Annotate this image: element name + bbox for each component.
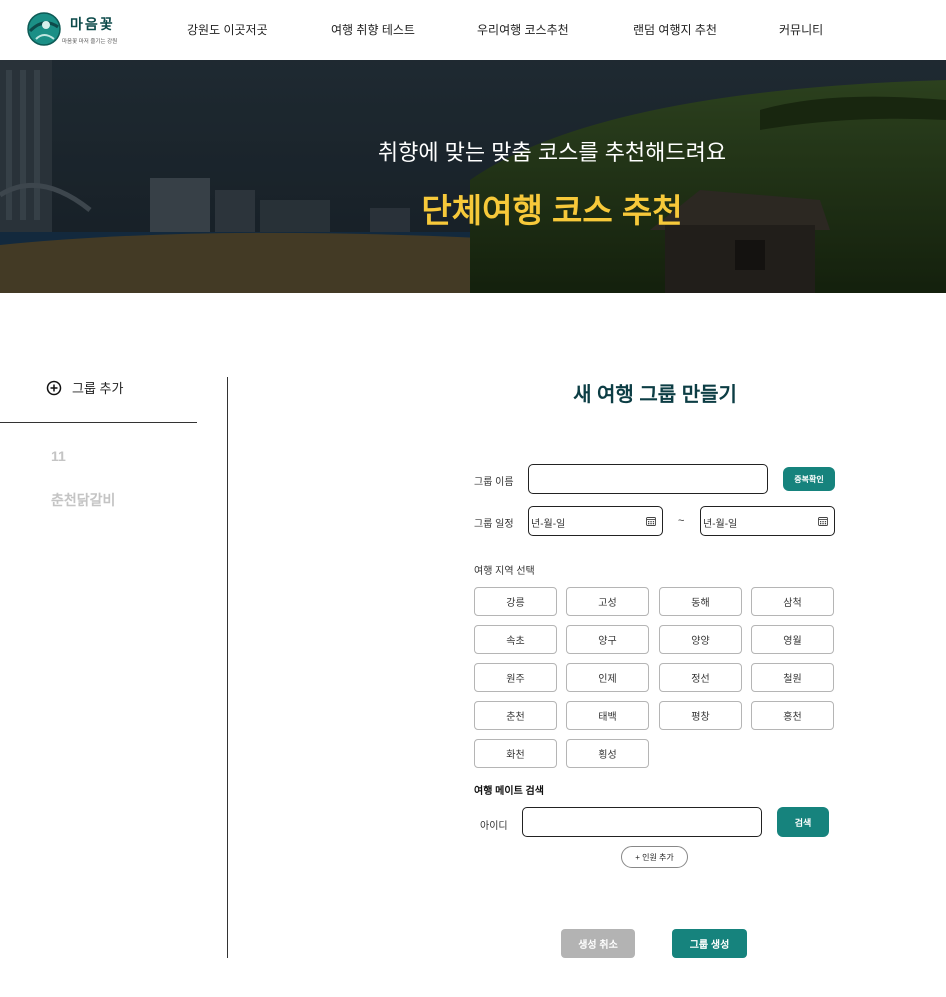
group-name-input[interactable] <box>528 464 768 494</box>
region-button-cheorwon[interactable]: 철원 <box>751 663 834 692</box>
start-date-input[interactable]: 년-월-일 <box>528 506 663 536</box>
nav-item-course-recommend[interactable]: 우리여행 코스추천 <box>477 21 569 38</box>
calendar-icon[interactable] <box>818 516 828 526</box>
date-separator: ~ <box>678 515 685 527</box>
region-select-label: 여행 지역 선택 <box>474 566 535 577</box>
nav-item-random-destination[interactable]: 랜덤 여행지 추천 <box>633 21 717 38</box>
region-button-jeongseon[interactable]: 정선 <box>659 663 742 692</box>
region-button-gangneung[interactable]: 강릉 <box>474 587 557 616</box>
mate-id-input[interactable] <box>522 807 762 837</box>
sidebar-group-item[interactable]: 춘천닭갈비 <box>51 490 115 510</box>
region-button-wonju[interactable]: 원주 <box>474 663 557 692</box>
region-button-goseong[interactable]: 고성 <box>566 587 649 616</box>
end-date-input[interactable]: 년-월-일 <box>700 506 835 536</box>
region-button-hongcheon[interactable]: 홍천 <box>751 701 834 730</box>
logo-name: 마음꽃 <box>70 16 115 32</box>
start-date-placeholder: 년-월-일 <box>531 519 566 530</box>
region-button-hoengseong[interactable]: 횡성 <box>566 739 649 768</box>
nav-item-taste-test[interactable]: 여행 취향 테스트 <box>331 21 415 38</box>
add-member-button[interactable]: + 인원 추가 <box>621 846 688 868</box>
search-button[interactable]: 검색 <box>777 807 829 837</box>
schedule-label: 그룹 일정 <box>474 519 514 530</box>
nav-item-gangwon[interactable]: 강원도 이곳저곳 <box>187 21 268 38</box>
region-button-yanggu[interactable]: 양구 <box>566 625 649 654</box>
logo-icon <box>27 12 61 46</box>
sidebar-group-item[interactable]: 11 <box>51 448 66 464</box>
hero-title: 단체여행 코스 추천 <box>421 192 683 229</box>
form-title: 새 여행 그룹 만들기 <box>573 384 737 406</box>
sidebar-divider <box>0 422 197 423</box>
region-button-donghae[interactable]: 동해 <box>659 587 742 616</box>
duplicate-check-button[interactable]: 중복확인 <box>783 467 835 491</box>
cancel-create-button[interactable]: 생성 취소 <box>561 929 635 958</box>
region-button-yeongwol[interactable]: 영월 <box>751 625 834 654</box>
nav-item-community[interactable]: 커뮤니티 <box>779 21 823 38</box>
mate-search-label: 여행 메이트 검색 <box>474 786 544 797</box>
region-button-hwacheon[interactable]: 화천 <box>474 739 557 768</box>
region-button-inje[interactable]: 인제 <box>566 663 649 692</box>
group-name-label: 그룹 이름 <box>474 477 514 488</box>
region-button-chuncheon[interactable]: 춘천 <box>474 701 557 730</box>
end-date-placeholder: 년-월-일 <box>703 519 738 530</box>
vertical-divider <box>227 377 228 958</box>
region-button-taebaek[interactable]: 태백 <box>566 701 649 730</box>
hero-subtitle: 취향에 맞는 맞춤 코스를 추천해드려요 <box>377 140 727 165</box>
hero-banner: 취향에 맞는 맞춤 코스를 추천해드려요 단체여행 코스 추천 <box>0 60 946 293</box>
region-button-yangyang[interactable]: 양양 <box>659 625 742 654</box>
logo[interactable]: 마음꽃 마음꽃 마저 즐기는 강원 <box>24 9 134 51</box>
region-button-samcheok[interactable]: 삼척 <box>751 587 834 616</box>
logo-tagline: 마음꽃 마저 즐기는 강원 <box>62 39 118 45</box>
region-button-pyeongchang[interactable]: 평창 <box>659 701 742 730</box>
create-group-button[interactable]: 그룹 생성 <box>672 929 747 958</box>
calendar-icon[interactable] <box>646 516 656 526</box>
header: 마음꽃 마음꽃 마저 즐기는 강원 강원도 이곳저곳 여행 취향 테스트 우리여… <box>0 0 946 60</box>
region-button-sokcho[interactable]: 속초 <box>474 625 557 654</box>
id-label: 아이디 <box>480 821 508 832</box>
hero-background-image <box>0 60 946 293</box>
